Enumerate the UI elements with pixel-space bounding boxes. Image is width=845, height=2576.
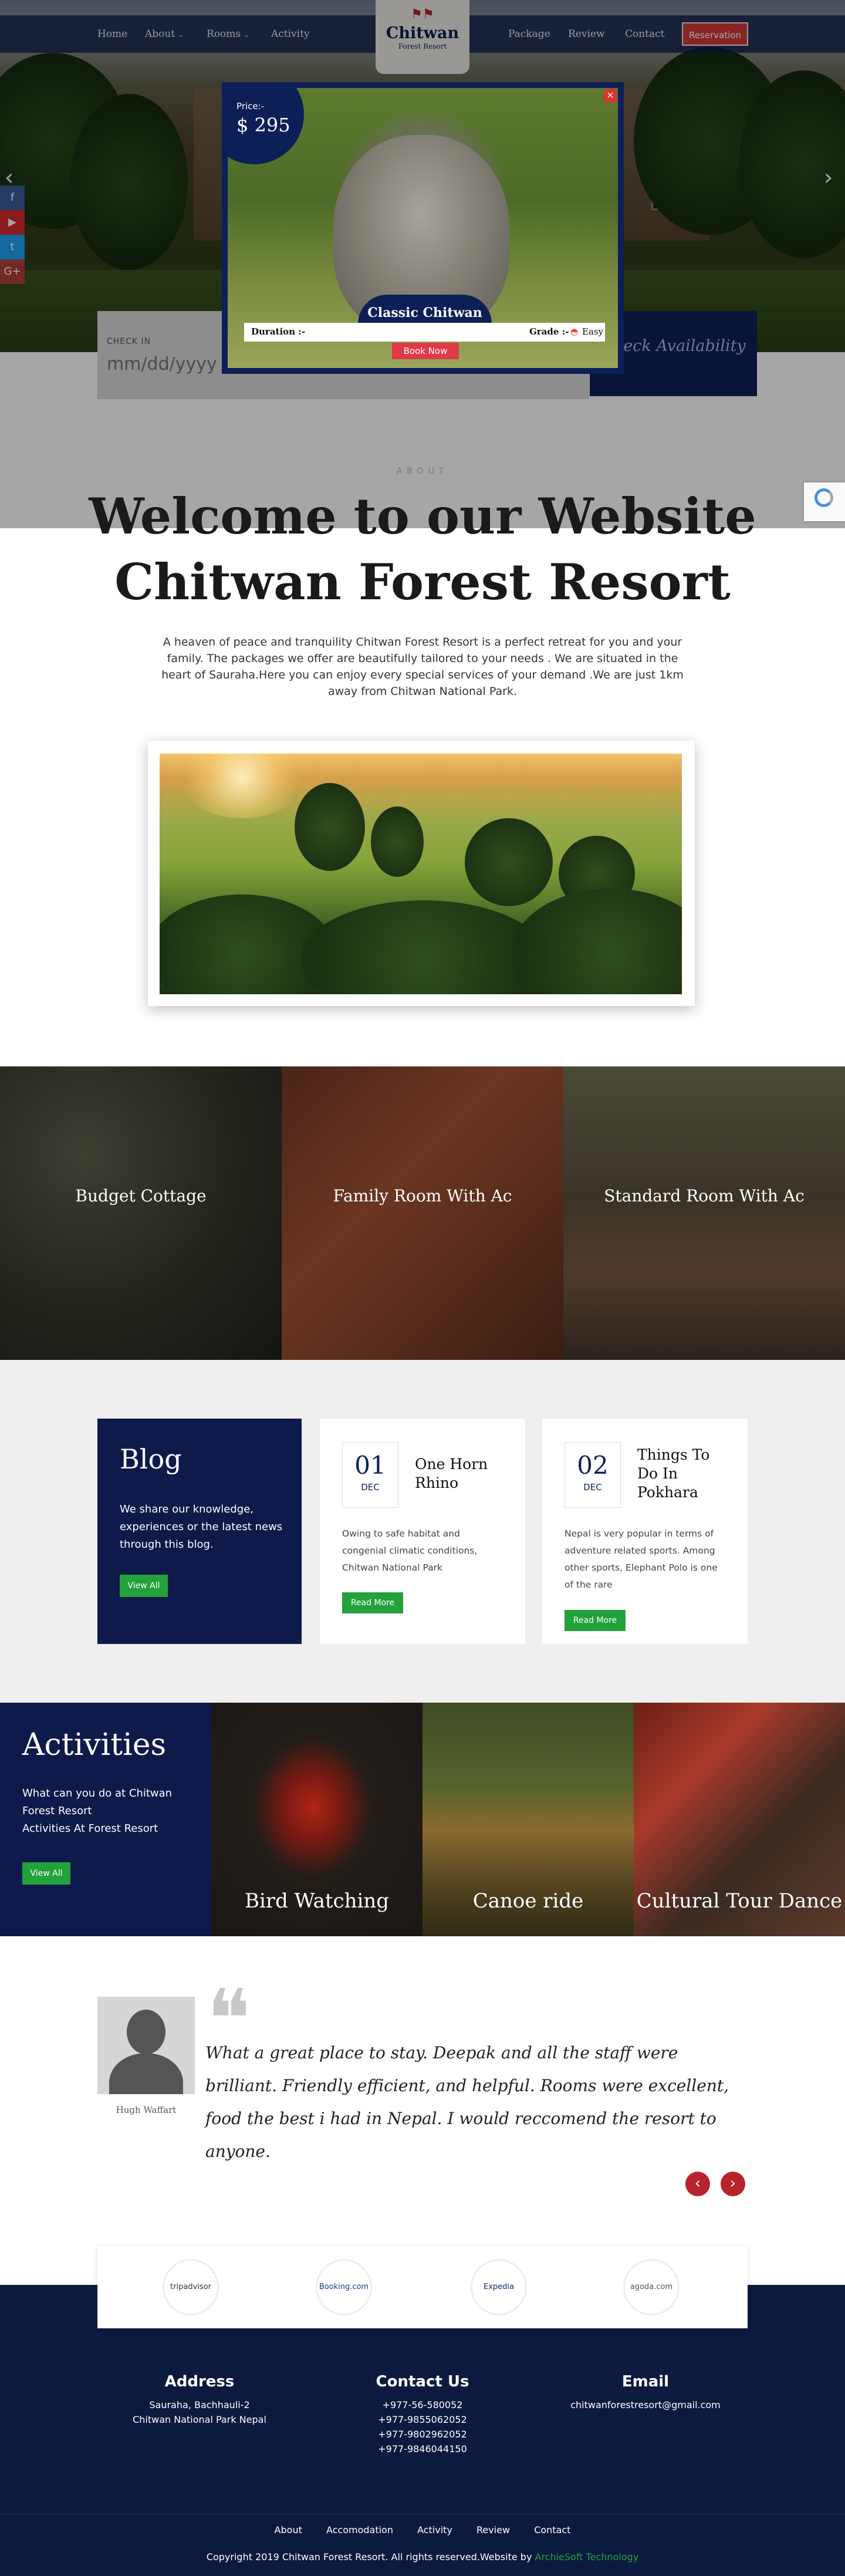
- prev-testimonial-arrow-icon[interactable]: ‹: [685, 2172, 710, 2196]
- close-icon[interactable]: ×: [604, 89, 617, 102]
- partner-logo-agoda[interactable]: agoda.com: [623, 2259, 680, 2315]
- post-excerpt: Nepal is very popular in terms of advent…: [565, 1528, 718, 1590]
- footer-contact: Contact Us +977-56-580052 +977-985506205…: [317, 2373, 528, 2456]
- blog-view-all-button[interactable]: View All: [120, 1575, 168, 1597]
- room-title: Family Room With Ac: [333, 1186, 512, 1206]
- partner-logo-tripadvisor[interactable]: tripadvisor: [163, 2259, 219, 2315]
- about-image-frame: [148, 741, 695, 1006]
- duration-label: Duration :-: [251, 326, 306, 337]
- activity-tile-bird-watching[interactable]: Bird Watching: [211, 1703, 422, 1936]
- price-value: $ 295: [236, 114, 290, 136]
- package-popup: Price:- $ 295 × Classic Chitwan Duration…: [222, 82, 624, 374]
- phone-number[interactable]: +977-56-580052: [317, 2398, 528, 2412]
- footer-link-review[interactable]: Review: [476, 2524, 510, 2536]
- post-excerpt: Owing to safe habitat and congenial clim…: [342, 1528, 478, 1573]
- activities-heading: Activities: [22, 1727, 167, 1763]
- read-more-button[interactable]: Read More: [342, 1592, 403, 1613]
- post-month: DEC: [583, 1482, 602, 1493]
- package-details-strip: Duration :- Grade :- ◓ Easy: [244, 323, 605, 342]
- footer-email: Email chitwanforestresort@gmail.com: [540, 2373, 751, 2412]
- activities-description: What can you do at Chitwan Forest Resort…: [22, 1787, 173, 1835]
- room-card-family-room[interactable]: Family Room With Ac: [282, 1066, 563, 1360]
- activities-view-all-button[interactable]: View All: [22, 1862, 70, 1885]
- activity-tile-cultural-dance[interactable]: Cultural Tour Dance: [634, 1703, 845, 1936]
- testimonial-text: What a great place to stay. Deepak and a…: [205, 2043, 729, 2161]
- address-line: Chitwan National Park Nepal: [133, 2414, 266, 2425]
- blog-description: We share our knowledge, experiences or t…: [120, 1503, 283, 1551]
- blog-intro-card: Blog We share our knowledge, experiences…: [97, 1419, 302, 1644]
- reviewer-name: Hugh Waffart: [116, 2105, 177, 2115]
- footer-links: About Accomodation Activity Review Conta…: [0, 2524, 845, 2536]
- about-kicker: ABOUT: [396, 467, 449, 476]
- copyright: Copyright 2019 Chitwan Forest Resort. Al…: [0, 2551, 845, 2563]
- phone-number[interactable]: +977-9855062052: [317, 2412, 528, 2427]
- room-title: Standard Room With Ac: [604, 1186, 805, 1206]
- activity-title: Canoe ride: [472, 1889, 584, 1913]
- phone-number[interactable]: +977-9802962052: [317, 2427, 528, 2442]
- footer-contact-title: Contact Us: [376, 2373, 469, 2391]
- activities-intro-card: Activities What can you do at Chitwan Fo…: [0, 1703, 211, 1936]
- activity-tile-canoe-ride[interactable]: Canoe ride: [422, 1703, 634, 1936]
- post-day: 01: [354, 1451, 386, 1480]
- about-description: A heaven of peace and tranquility Chitwa…: [161, 636, 684, 698]
- footer-link-about[interactable]: About: [275, 2524, 302, 2536]
- footer-email-title: Email: [621, 2373, 670, 2391]
- footer-link-activity[interactable]: Activity: [417, 2524, 452, 2536]
- package-title: Classic Chitwan: [358, 295, 492, 324]
- about-title: Welcome to our Website Chitwan Forest Re…: [0, 487, 845, 612]
- grade-gauge-icon: ◓: [570, 326, 579, 337]
- partners-strip: tripadvisor Booking.com Expedia agoda.co…: [97, 2246, 748, 2328]
- post-date-badge: 02 DEC: [565, 1442, 621, 1508]
- blog-post-card[interactable]: 01 DEC One Horn Rhino Owing to safe habit…: [320, 1419, 525, 1644]
- partner-logo-expedia[interactable]: Expedia: [471, 2259, 527, 2315]
- book-now-button[interactable]: Book Now: [392, 343, 459, 359]
- footer-address-title: Address: [164, 2373, 235, 2391]
- reviewer-avatar: [97, 1997, 195, 2094]
- developer-link[interactable]: ArchieSoft Technology: [535, 2551, 639, 2563]
- grade-label: Grade :-: [529, 326, 569, 337]
- post-title[interactable]: One Horn Rhino: [415, 1455, 488, 1493]
- address-line: Sauraha, Bachhauli-2: [149, 2399, 250, 2410]
- about-title-line2: Chitwan Forest Resort: [114, 553, 731, 611]
- post-day: 02: [577, 1451, 609, 1480]
- site-footer: Address Sauraha, Bachhauli-2 Chitwan Nat…: [0, 2285, 845, 2576]
- grade-value: Easy: [582, 326, 604, 337]
- next-testimonial-arrow-icon[interactable]: ›: [721, 2172, 745, 2196]
- phone-number[interactable]: +977-9846044150: [317, 2442, 528, 2456]
- price-label: Price:-: [236, 101, 265, 112]
- post-month: DEC: [361, 1482, 380, 1493]
- resort-field-photo: [160, 754, 682, 994]
- activity-title: Cultural Tour Dance: [636, 1889, 843, 1913]
- room-card-budget-cottage[interactable]: Budget Cottage: [0, 1066, 282, 1360]
- blog-post-card[interactable]: 02 DEC Things To Do In Pokhara Nepal is ve…: [542, 1419, 748, 1644]
- room-title: Budget Cottage: [75, 1186, 207, 1206]
- blog-heading: Blog: [120, 1443, 182, 1475]
- read-more-button[interactable]: Read More: [565, 1610, 626, 1631]
- about-title-line1: Welcome to our Website: [89, 487, 756, 545]
- footer-link-contact[interactable]: Contact: [534, 2524, 570, 2536]
- copyright-text: Copyright 2019 Chitwan Forest Resort. Al…: [206, 2551, 532, 2563]
- room-card-standard-room[interactable]: Standard Room With Ac: [563, 1066, 845, 1360]
- footer-link-accomodation[interactable]: Accomodation: [326, 2524, 393, 2536]
- post-date-badge: 01 DEC: [342, 1442, 398, 1508]
- partner-logo-booking[interactable]: Booking.com: [316, 2259, 372, 2315]
- activity-title: Bird Watching: [244, 1889, 390, 1913]
- email-link[interactable]: chitwanforestresort@gmail.com: [540, 2398, 751, 2412]
- footer-address: Address Sauraha, Bachhauli-2 Chitwan Nat…: [94, 2373, 305, 2427]
- post-title[interactable]: Things To Do In Pokhara: [637, 1446, 709, 1502]
